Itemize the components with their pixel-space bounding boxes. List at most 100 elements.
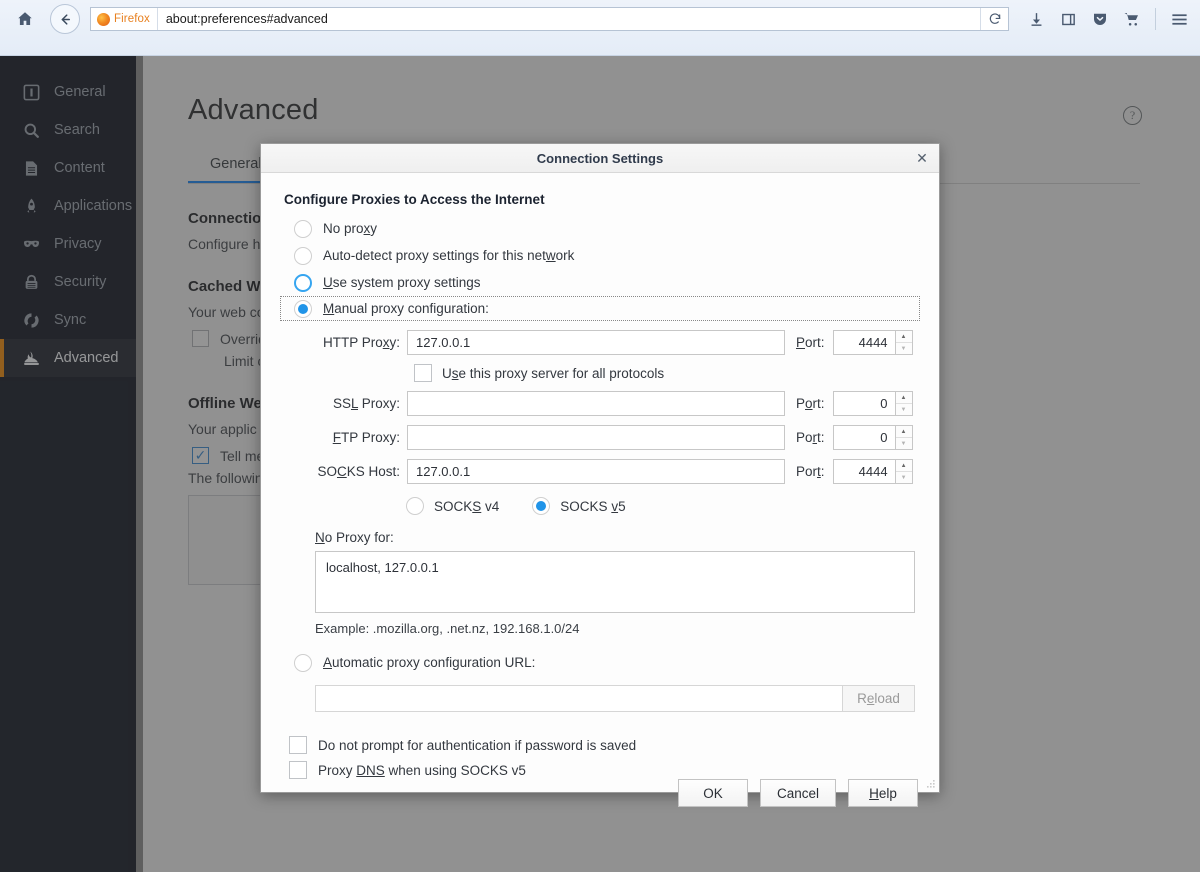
help-button[interactable]: Help [848, 779, 918, 807]
radio-use-system[interactable] [294, 274, 312, 292]
radio-row-no-proxy[interactable]: No proxy [282, 215, 918, 242]
socks-port-input[interactable]: 4444 [833, 459, 895, 484]
ssl-proxy-label: SSL Proxy: [282, 396, 407, 411]
radio-label-use-system: Use system proxy settings [323, 275, 481, 290]
toolbar-divider [1155, 8, 1156, 30]
cancel-button[interactable]: Cancel [760, 779, 836, 807]
proxy-dns-label: Proxy DNS when using SOCKS v5 [318, 763, 526, 778]
pac-reload-button[interactable]: Reload [843, 685, 915, 712]
socks-port-label: Port: [785, 464, 833, 479]
do-not-prompt-checkbox-row[interactable]: Do not prompt for authentication if pass… [289, 736, 918, 754]
ftp-port-spinner[interactable]: ▲ ▼ [895, 425, 913, 450]
proxy-dns-checkbox[interactable] [289, 761, 307, 779]
http-proxy-label: HTTP Proxy: [282, 335, 407, 350]
socks-port-group[interactable]: 4444 ▲ ▼ [833, 459, 913, 484]
field-row-http-proxy: HTTP Proxy: 127.0.0.1 Port: 4444 ▲ ▼ [282, 330, 918, 355]
spinner-up-icon[interactable]: ▲ [896, 460, 912, 472]
field-row-ssl-proxy: SSL Proxy: Port: 0 ▲ ▼ [282, 391, 918, 416]
field-row-socks-host: SOCKS Host: 127.0.0.1 Port: 4444 ▲ ▼ [282, 459, 918, 484]
no-proxy-example-text: Example: .mozilla.org, .net.nz, 192.168.… [315, 621, 918, 636]
proxy-dns-checkbox-row[interactable]: Proxy DNS when using SOCKS v5 [289, 761, 918, 779]
radio-auto-config[interactable] [294, 654, 312, 672]
home-icon[interactable] [12, 6, 38, 32]
firefox-logo-icon [97, 13, 110, 26]
radio-socks-v5[interactable] [532, 497, 550, 515]
url-input[interactable]: about:preferences#advanced [158, 8, 980, 30]
spinner-down-icon[interactable]: ▼ [896, 343, 912, 354]
radio-no-proxy[interactable] [294, 220, 312, 238]
http-port-input[interactable]: 4444 [833, 330, 895, 355]
resize-grip-icon[interactable] [924, 778, 936, 790]
radio-row-socks-v5[interactable]: SOCKS v5 [532, 497, 625, 515]
radio-row-auto-config[interactable]: Automatic proxy configuration URL: [282, 649, 918, 676]
spinner-up-icon[interactable]: ▲ [896, 426, 912, 438]
socks-version-row: SOCKS v4 SOCKS v5 [406, 497, 918, 515]
no-proxy-textarea[interactable]: localhost, 127.0.0.1 [315, 551, 915, 613]
ssl-port-group[interactable]: 0 ▲ ▼ [833, 391, 913, 416]
ftp-proxy-input[interactable] [407, 425, 785, 450]
downloads-icon[interactable] [1023, 6, 1049, 32]
spinner-down-icon[interactable]: ▼ [896, 404, 912, 415]
back-arrow-icon[interactable] [50, 4, 80, 34]
radio-label-auto-detect: Auto-detect proxy settings for this netw… [323, 248, 574, 263]
radio-row-auto-detect[interactable]: Auto-detect proxy settings for this netw… [282, 242, 918, 269]
do-not-prompt-checkbox[interactable] [289, 736, 307, 754]
dialog-button-bar: OK Cancel Help [261, 779, 939, 825]
ftp-port-label: Port: [785, 430, 833, 445]
ssl-port-spinner[interactable]: ▲ ▼ [895, 391, 913, 416]
field-row-ftp-proxy: FTP Proxy: Port: 0 ▲ ▼ [282, 425, 918, 450]
reload-icon[interactable] [980, 8, 1008, 30]
radio-label-socks-v4: SOCKS v4 [434, 499, 499, 514]
radio-row-socks-v4[interactable]: SOCKS v4 [406, 497, 499, 515]
http-port-group[interactable]: 4444 ▲ ▼ [833, 330, 913, 355]
spinner-down-icon[interactable]: ▼ [896, 438, 912, 449]
http-port-label: Port: [785, 335, 833, 350]
identity-box[interactable]: Firefox [91, 8, 158, 30]
http-port-spinner[interactable]: ▲ ▼ [895, 330, 913, 355]
radio-manual[interactable] [294, 300, 312, 318]
spinner-up-icon[interactable]: ▲ [896, 392, 912, 404]
radio-row-use-system[interactable]: Use system proxy settings [282, 269, 918, 296]
all-protocols-checkbox[interactable] [414, 364, 432, 382]
all-protocols-checkbox-row[interactable]: Use this proxy server for all protocols [414, 364, 918, 382]
dialog-title: Connection Settings [537, 151, 663, 166]
browser-toolbar: Firefox about:preferences#advanced [0, 0, 1200, 38]
dialog-body: Configure Proxies to Access the Internet… [261, 173, 939, 779]
http-proxy-input[interactable]: 127.0.0.1 [407, 330, 785, 355]
do-not-prompt-label: Do not prompt for authentication if pass… [318, 738, 636, 753]
ssl-port-label: Port: [785, 396, 833, 411]
radio-label-manual: Manual proxy configuration: [323, 301, 489, 316]
dialog-titlebar: Connection Settings ✕ [261, 144, 939, 173]
pac-url-input[interactable] [315, 685, 843, 712]
spinner-up-icon[interactable]: ▲ [896, 331, 912, 343]
identity-label: Firefox [114, 13, 150, 25]
spinner-down-icon[interactable]: ▼ [896, 472, 912, 483]
sidebar-icon[interactable] [1055, 6, 1081, 32]
no-proxy-label: No Proxy for: [315, 530, 918, 545]
radio-label-socks-v5: SOCKS v5 [560, 499, 625, 514]
shopping-cart-icon[interactable] [1119, 6, 1145, 32]
radio-auto-detect[interactable] [294, 247, 312, 265]
radio-label-auto-config: Automatic proxy configuration URL: [323, 655, 535, 670]
connection-settings-dialog: Connection Settings ✕ Configure Proxies … [260, 143, 940, 793]
ssl-port-input[interactable]: 0 [833, 391, 895, 416]
browser-chrome: Firefox about:preferences#advanced [0, 0, 1200, 56]
ftp-port-input[interactable]: 0 [833, 425, 895, 450]
ftp-proxy-label: FTP Proxy: [282, 430, 407, 445]
ftp-port-group[interactable]: 0 ▲ ▼ [833, 425, 913, 450]
hamburger-menu-icon[interactable] [1166, 6, 1192, 32]
socks-host-label: SOCKS Host: [282, 464, 407, 479]
pac-url-row: Reload [315, 685, 918, 712]
socks-port-spinner[interactable]: ▲ ▼ [895, 459, 913, 484]
toolbar-icon-group [1017, 6, 1192, 32]
close-x-icon[interactable]: ✕ [913, 149, 931, 167]
radio-label-no-proxy: No proxy [323, 221, 377, 236]
ok-button[interactable]: OK [678, 779, 748, 807]
pocket-icon[interactable] [1087, 6, 1113, 32]
socks-host-input[interactable]: 127.0.0.1 [407, 459, 785, 484]
url-bar[interactable]: Firefox about:preferences#advanced [90, 7, 1009, 31]
radio-row-manual[interactable]: Manual proxy configuration: [280, 296, 920, 321]
ssl-proxy-input[interactable] [407, 391, 785, 416]
radio-socks-v4[interactable] [406, 497, 424, 515]
dialog-heading: Configure Proxies to Access the Internet [284, 192, 918, 207]
